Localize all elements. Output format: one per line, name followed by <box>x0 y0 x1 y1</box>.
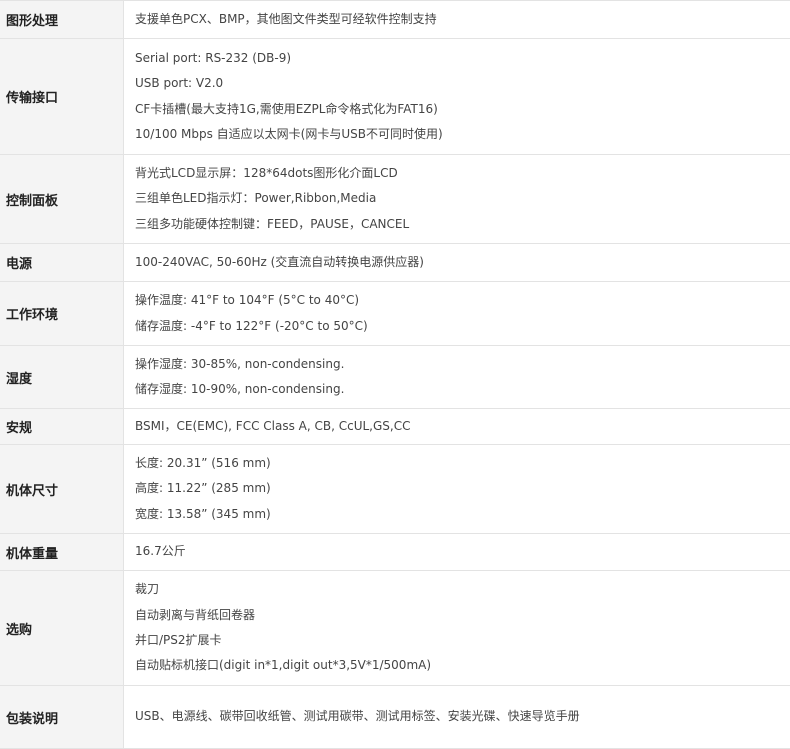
spec-label-cell: 湿度 <box>0 345 124 409</box>
spec-value-line: 支援单色PCX、BMP，其他图文件类型可经软件控制支持 <box>135 11 437 26</box>
spec-row-control-panel: 控制面板 背光式LCD显示屏：128*64dots图形化介面LCD 三组单色LED指… <box>0 154 790 244</box>
spec-row-safety: 安规 BSMI，CE(EMC), FCC Class A, CB, CcUL,GS… <box>0 408 790 445</box>
spec-value-line: 宽度: 13.58” (345 mm) <box>135 506 271 521</box>
spec-value-line: 长度: 20.31” (516 mm) <box>135 456 271 471</box>
spec-value-cell: USB、电源线、碳带回收纸管、测试用碳带、测试用标签、安装光碟、快速导览手册 <box>123 685 790 749</box>
spec-value-cell: 长度: 20.31” (516 mm) 高度: 11.22” (285 mm) 宽度… <box>123 444 790 534</box>
spec-value-line: USB、电源线、碳带回收纸管、测试用碳带、测试用标签、安装光碟、快速导览手册 <box>135 709 580 724</box>
spec-value-cell: BSMI，CE(EMC), FCC Class A, CB, CcUL,GS,C… <box>123 408 790 445</box>
spec-value-line: 自动剥离与背纸回卷器 <box>135 607 256 622</box>
spec-value-cell: 背光式LCD显示屏：128*64dots图形化介面LCD 三组单色LED指示灯：P… <box>123 154 790 244</box>
spec-value-cell: 裁刀自动剥离与背纸回卷器 并口/PS2扩展卡自动贴标机接口(digit in*1,… <box>123 570 790 686</box>
spec-label-cell: 电源 <box>0 243 124 282</box>
spec-value-cell: Serial port: RS-232 (DB-9) USB port: V2.0… <box>123 38 790 155</box>
spec-label-cell: 机体尺寸 <box>0 444 124 534</box>
spec-value-line: CF卡插槽(最大支持1G,需使用EZPL命令格式化为FAT16) <box>135 101 438 116</box>
spec-label: 机体重量 <box>6 546 59 562</box>
spec-label-cell: 安规 <box>0 408 124 445</box>
spec-label: 图形处理 <box>6 14 59 29</box>
spec-value-line: 背光式LCD显示屏：128*64dots图形化介面LCD <box>135 166 398 181</box>
spec-label: 控制面板 <box>6 193 59 209</box>
spec-value-line: 高度: 11.22” (285 mm) <box>135 481 271 496</box>
spec-value-line: Serial port: RS-232 (DB-9) <box>135 50 292 65</box>
spec-label: 工作环境 <box>6 308 59 323</box>
spec-value-line: 并口/PS2扩展卡 <box>135 633 222 647</box>
spec-value-line: 操作湿度: 30-85%, non-condensing. <box>135 356 345 371</box>
spec-label-cell: 图形处理 <box>0 0 124 39</box>
spec-value-line: BSMI，CE(EMC), FCC Class A, CB, CcUL,GS,C… <box>135 418 411 433</box>
spec-value-cell: 支援单色PCX、BMP，其他图文件类型可经软件控制支持 <box>123 0 790 39</box>
spec-label: 电源 <box>6 257 33 272</box>
spec-table: 图形处理 支援单色PCX、BMP，其他图文件类型可经软件控制支持传输接口 Seria… <box>0 0 790 749</box>
spec-label: 包装说明 <box>6 711 59 727</box>
spec-label: 机体尺寸 <box>6 483 59 499</box>
spec-label-cell: 工作环境 <box>0 281 124 346</box>
spec-value-line: 100-240VAC, 50-60Hz (交直流自动转换电源供应器) <box>135 254 424 269</box>
spec-value-cell: 操作温度: 41°F to 104°F (5°C to 40°C) 储存温度: -… <box>123 281 790 346</box>
spec-value-cell: 100-240VAC, 50-60Hz (交直流自动转换电源供应器) <box>123 243 790 282</box>
spec-row-graphics: 图形处理 支援单色PCX、BMP，其他图文件类型可经软件控制支持 <box>0 0 790 39</box>
spec-label-cell: 包装说明 <box>0 685 124 749</box>
spec-value-cell: 16.7公斤 <box>123 533 790 571</box>
spec-value-line: 16.7公斤 <box>135 544 186 559</box>
spec-row-environment: 工作环境 操作温度: 41°F to 104°F (5°C to 40°C) 储存温… <box>0 281 790 346</box>
spec-label: 安规 <box>6 421 33 436</box>
spec-value-line: USB port: V2.0 <box>135 76 224 91</box>
spec-value-line: 储存温度: -4°F to 122°F (-20°C to 50°C) <box>135 318 368 333</box>
spec-value-line: 自动贴标机接口(digit in*1,digit out*3,5V*1/500m… <box>135 658 432 673</box>
spec-label-cell: 控制面板 <box>0 154 124 244</box>
spec-value-line: 三组单色LED指示灯：Power,Ribbon,Media <box>135 191 377 206</box>
spec-label: 传输接口 <box>6 91 59 106</box>
spec-row-power: 电源 100-240VAC, 50-60Hz (交直流自动转换电源供应器) <box>0 243 790 282</box>
spec-label: 选购 <box>6 622 33 638</box>
spec-value-line: 储存湿度: 10-90%, non-condensing. <box>135 382 345 396</box>
spec-label-cell: 选购 <box>0 570 124 686</box>
spec-table-body: 图形处理 支援单色PCX、BMP，其他图文件类型可经软件控制支持传输接口 Seria… <box>0 0 790 749</box>
spec-label-cell: 机体重量 <box>0 533 124 571</box>
spec-row-weight: 机体重量 16.7公斤 <box>0 533 790 571</box>
spec-row-humidity: 湿度 操作湿度: 30-85%, non-condensing. 储存湿度: 10-… <box>0 345 790 409</box>
spec-label: 湿度 <box>6 371 33 387</box>
spec-row-options: 选购 裁刀自动剥离与背纸回卷器 并口/PS2扩展卡自动贴标机接口(digit in*… <box>0 570 790 686</box>
spec-value-line: 裁刀 <box>135 582 160 597</box>
spec-row-interface: 传输接口 Serial port: RS-232 (DB-9) USB port: … <box>0 38 790 155</box>
spec-value-line: 操作温度: 41°F to 104°F (5°C to 40°C) <box>135 293 360 308</box>
spec-label-cell: 传输接口 <box>0 38 124 155</box>
spec-value-cell: 操作湿度: 30-85%, non-condensing. 储存湿度: 10-90… <box>123 345 790 409</box>
spec-row-dimensions: 机体尺寸 长度: 20.31” (516 mm) 高度: 11.22” (285 m… <box>0 444 790 534</box>
spec-value-line: 三组多功能硬体控制键：FEED，PAUSE，CANCEL <box>135 216 410 231</box>
spec-row-package: 包装说明 USB、电源线、碳带回收纸管、测试用碳带、测试用标签、安装光碟、快速导览… <box>0 685 790 749</box>
spec-value-line: 10/100 Mbps 自适应以太网卡(网卡与USB不可同时使用) <box>135 126 443 141</box>
